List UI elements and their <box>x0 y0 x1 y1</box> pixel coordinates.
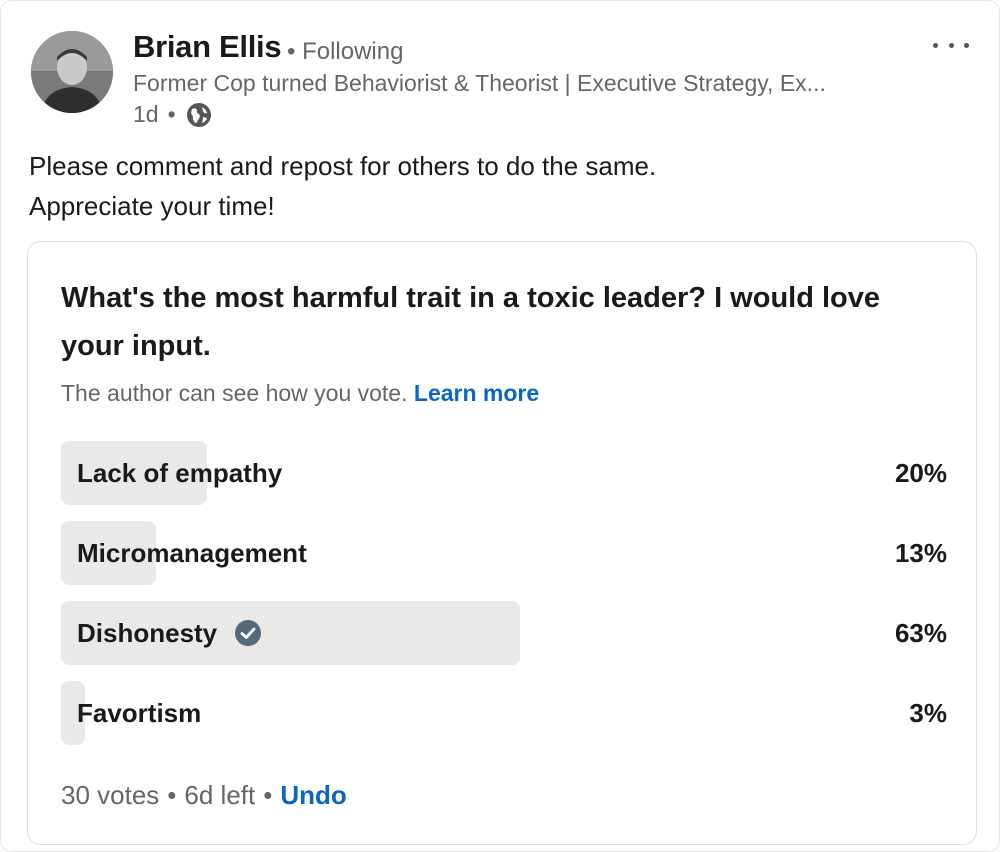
time-left: 6d left <box>184 780 256 810</box>
follow-status-label: Following <box>302 38 404 65</box>
author-name[interactable]: Brian Ellis <box>133 29 282 65</box>
poll-question: What's the most harmful trait in a toxic… <box>61 282 881 362</box>
selected-check-icon <box>234 619 262 647</box>
poll-option-label: Dishonesty <box>77 601 262 665</box>
poll-option-text: Dishonesty <box>77 617 218 648</box>
post-card: Brian Ellis • Following Former Cop turne… <box>0 0 1000 852</box>
poll-option-text: Lack of empathy <box>77 457 283 488</box>
poll-option-percent: 13% <box>894 537 947 568</box>
avatar-photo <box>31 31 113 113</box>
vote-count: 30 votes <box>61 780 160 810</box>
poll-option-percent: 20% <box>894 457 947 488</box>
post-text: Please comment and repost for others to … <box>29 146 656 226</box>
author-headline: Former Cop turned Behaviorist & Theorist… <box>133 70 826 96</box>
poll-option-percent: 63% <box>894 617 947 648</box>
post-meta: 1d • <box>133 101 212 128</box>
separator-dot: • <box>287 38 296 65</box>
separator-dot: • <box>167 101 176 127</box>
more-options-button[interactable] <box>933 33 969 57</box>
poll-option-text: Micromanagement <box>77 537 307 568</box>
vote-visibility-text: The author can see how you vote. <box>61 380 408 406</box>
post-time: 1d <box>133 101 159 127</box>
vote-visibility-note: The author can see how you vote. Learn m… <box>61 380 539 407</box>
poll-option-lack-of-empathy[interactable]: Lack of empathy 20% <box>61 441 947 505</box>
poll-footer: 30 votes • 6d left • Undo <box>61 780 347 811</box>
post-text-line: Appreciate your time! <box>29 191 275 221</box>
poll-option-dishonesty[interactable]: Dishonesty 63% <box>61 601 947 665</box>
poll-option-percent: 3% <box>909 697 947 728</box>
more-horizontal-icon-dot <box>964 42 969 48</box>
poll-card: What's the most harmful trait in a toxic… <box>27 241 977 845</box>
follow-status: • Following <box>287 38 403 66</box>
poll-option-label: Favortism <box>77 681 201 745</box>
separator-dot: • <box>263 780 273 810</box>
more-horizontal-icon-dot <box>933 42 938 48</box>
more-horizontal-icon-dot <box>948 42 954 48</box>
globe-icon <box>186 102 212 128</box>
poll-option-favortism[interactable]: Favortism 3% <box>61 681 947 745</box>
poll-option-label: Lack of empathy <box>77 441 282 505</box>
poll-option-micromanagement[interactable]: Micromanagement 13% <box>61 521 947 585</box>
poll-option-text: Favortism <box>77 697 202 728</box>
author-avatar[interactable] <box>31 31 113 113</box>
post-text-line: Please comment and repost for others to … <box>29 151 657 181</box>
separator-dot: • <box>167 780 177 810</box>
undo-vote-link[interactable]: Undo <box>280 780 346 810</box>
poll-option-label: Micromanagement <box>77 521 307 585</box>
learn-more-link[interactable]: Learn more <box>414 380 539 406</box>
